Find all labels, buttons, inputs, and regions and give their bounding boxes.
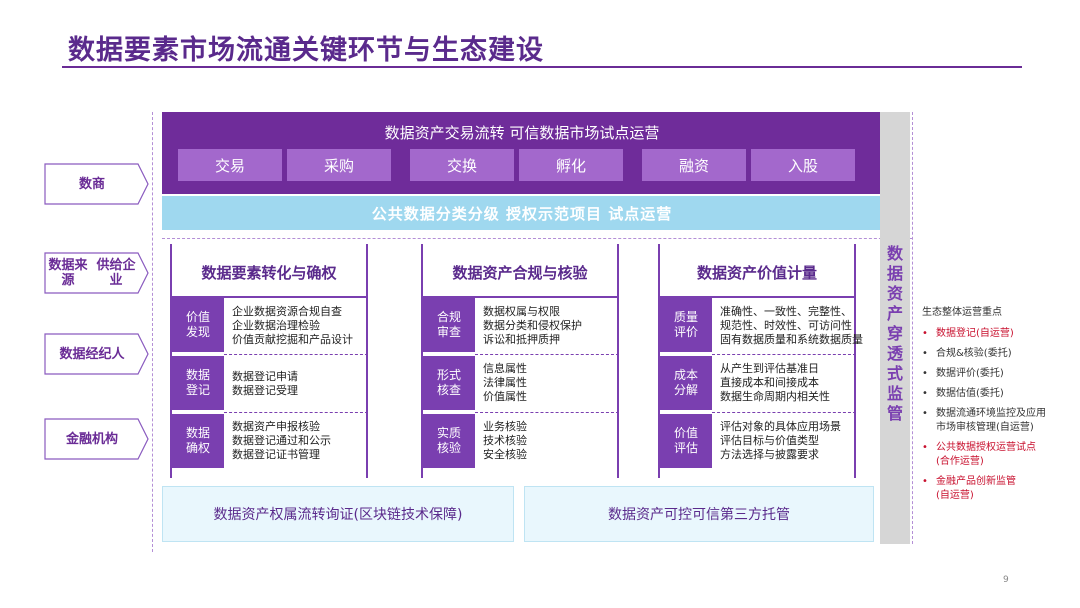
- row-divider: [712, 354, 856, 355]
- tag-financial: 金融机构: [44, 418, 150, 460]
- list-item-text: 公共数据授权运营试点 (合作运营): [936, 442, 1036, 467]
- panel-compliance: 数据资产合规与核验 合规 审查 数据权属与权限 数据分类和侵权保护 诉讼和抵押质押 形…: [421, 244, 619, 478]
- tag-label-line2: 供给企业: [96, 258, 136, 288]
- btn-purchase: 采购: [287, 149, 391, 181]
- row-divider: [475, 412, 619, 413]
- btn-exchange: 交换: [410, 149, 514, 181]
- blockchain-verification-box: 数据资产权属流转询证(区块链技术保障): [162, 486, 514, 542]
- row-tag: 成本 分解: [660, 356, 712, 410]
- tag-data-source: 数据来源 供给企业: [44, 252, 150, 294]
- row-tag-text: 实质 核验: [436, 426, 461, 455]
- bullet-icon: •: [922, 328, 928, 339]
- row-text: 信息属性 法律属性 价值属性: [483, 362, 527, 403]
- row-tag-text: 成本 分解: [673, 368, 698, 397]
- bullet-icon: •: [922, 442, 928, 453]
- row-tag: 形式 核查: [423, 356, 475, 410]
- banner-title: 数据资产交易流转 可信数据市场试点运营: [384, 124, 660, 142]
- row-text: 数据登记申请 数据登记受理: [232, 370, 298, 397]
- row-tag: 数据 确权: [172, 414, 224, 468]
- row-divider: [224, 354, 368, 355]
- list-item: • 数据流通环境监控及应用 市场审核管理(自运营): [916, 407, 1066, 435]
- list-item-text: 数据流通环境监控及应用 市场审核管理(自运营): [936, 408, 1046, 433]
- row-tag: 价值 评估: [660, 414, 712, 468]
- supervision-label: 数据资产穿透式监管: [886, 244, 903, 423]
- list-item: • 数据估值(委托): [916, 387, 1066, 401]
- title-underline: [62, 66, 1022, 68]
- btn-equity: 入股: [751, 149, 855, 181]
- row-text: 从产生到评估基准日 直接成本和间接成本 数据生命周期内相关性: [720, 362, 830, 403]
- bullet-icon: •: [922, 368, 928, 379]
- operations-heading: 生态整体运营重点: [922, 307, 1002, 318]
- tag-label: 金融机构: [65, 431, 118, 447]
- row-text: 业务核验 技术核验 安全核验: [483, 420, 527, 461]
- row-text: 企业数据资源合规自查 企业数据治理检验 价值贡献挖掘和产品设计: [232, 305, 353, 346]
- row-tag: 合规 审查: [423, 298, 475, 352]
- row-tag-text: 价值 评估: [673, 426, 698, 455]
- row-tag-text: 质量 评价: [673, 310, 698, 339]
- bullet-icon: •: [922, 476, 928, 487]
- panel-conversion: 数据要素转化与确权 价值 发现 企业数据资源合规自查 企业数据治理检验 价值贡献挖掘和…: [170, 244, 368, 478]
- list-item-text: 数据估值(委托): [936, 388, 1004, 399]
- row-text: 数据权属与权限 数据分类和侵权保护 诉讼和抵押质押: [483, 305, 582, 346]
- list-item-text: 数据评价(委托): [936, 368, 1004, 379]
- row-tag: 实质 核验: [423, 414, 475, 468]
- right-dashed-guide: [912, 112, 913, 544]
- tag-label: 数商: [78, 176, 105, 192]
- left-dashed-guide: [152, 112, 153, 552]
- panel-valuation: 数据资产价值计量 质量 评价 准确性、一致性、完整性、 规范性、时效性、可访问性 固有…: [658, 244, 863, 478]
- row-text: 数据资产申报核验 数据登记通过和公示 数据登记证书管理: [232, 420, 331, 461]
- list-item: • 公共数据授权运营试点 (合作运营): [916, 441, 1066, 469]
- row-divider: [224, 412, 368, 413]
- row-tag-text: 数据 确权: [185, 426, 210, 455]
- list-item: • 数据登记(自运营): [916, 327, 1066, 341]
- list-item-text: 金融产品创新监管 (自运营): [936, 476, 1016, 501]
- row-tag-text: 形式 核查: [436, 368, 461, 397]
- tag-label: 数据经纪人: [59, 346, 125, 362]
- row-tag: 数据 登记: [172, 356, 224, 410]
- row-text: 准确性、一致性、完整性、 规范性、时效性、可访问性 固有数据质量和系统数据质量: [720, 305, 863, 346]
- tag-label: 数据来源 供给企业: [44, 252, 140, 294]
- list-item: • 合规&核验(委托): [916, 347, 1066, 361]
- list-item-text: 数据登记(自运营): [936, 328, 1014, 339]
- page-title: 数据要素市场流通关键环节与生态建设: [68, 35, 544, 66]
- row-tag: 价值 发现: [172, 298, 224, 352]
- third-party-custody-box: 数据资产可控可信第三方托管: [524, 486, 874, 542]
- operations-list: 生态整体运营重点 • 数据登记(自运营) • 合规&核验(委托) • 数据评价(委托)…: [916, 303, 1066, 509]
- page-number: 9: [1003, 575, 1009, 585]
- btn-incubate: 孵化: [519, 149, 623, 181]
- row-divider: [475, 354, 619, 355]
- tag-label-line1: 数据来源: [48, 258, 88, 288]
- trading-banner: 数据资产交易流转 可信数据市场试点运营 交易 采购 交换 孵化 融资 入股: [162, 112, 882, 194]
- bullet-icon: •: [922, 348, 928, 359]
- row-tag-text: 合规 审查: [436, 310, 461, 339]
- btn-trade: 交易: [178, 149, 282, 181]
- row-text: 评估对象的具体应用场景 评估目标与价值类型 方法选择与披露要求: [720, 420, 841, 461]
- row-tag-text: 价值 发现: [185, 310, 210, 339]
- row-divider: [712, 412, 856, 413]
- btn-finance: 融资: [642, 149, 746, 181]
- row-tag: 质量 评价: [660, 298, 712, 352]
- bullet-icon: •: [922, 388, 928, 399]
- panel-title: 数据资产价值计量: [696, 264, 817, 282]
- list-item: • 金融产品创新监管 (自运营): [916, 475, 1066, 503]
- mid-dashed-guide: [162, 238, 912, 239]
- tag-shushang: 数商: [44, 163, 150, 205]
- list-item-text: 合规&核验(委托): [936, 348, 1012, 359]
- panel-title: 数据要素转化与确权: [201, 264, 337, 282]
- bullet-icon: •: [922, 408, 928, 419]
- panel-title: 数据资产合规与核验: [452, 264, 588, 282]
- public-data-bar: 公共数据分类分级 授权示范项目 试点运营: [162, 196, 882, 230]
- tag-data-broker: 数据经纪人: [44, 333, 150, 375]
- list-item: • 数据评价(委托): [916, 367, 1066, 381]
- row-tag-text: 数据 登记: [185, 368, 210, 397]
